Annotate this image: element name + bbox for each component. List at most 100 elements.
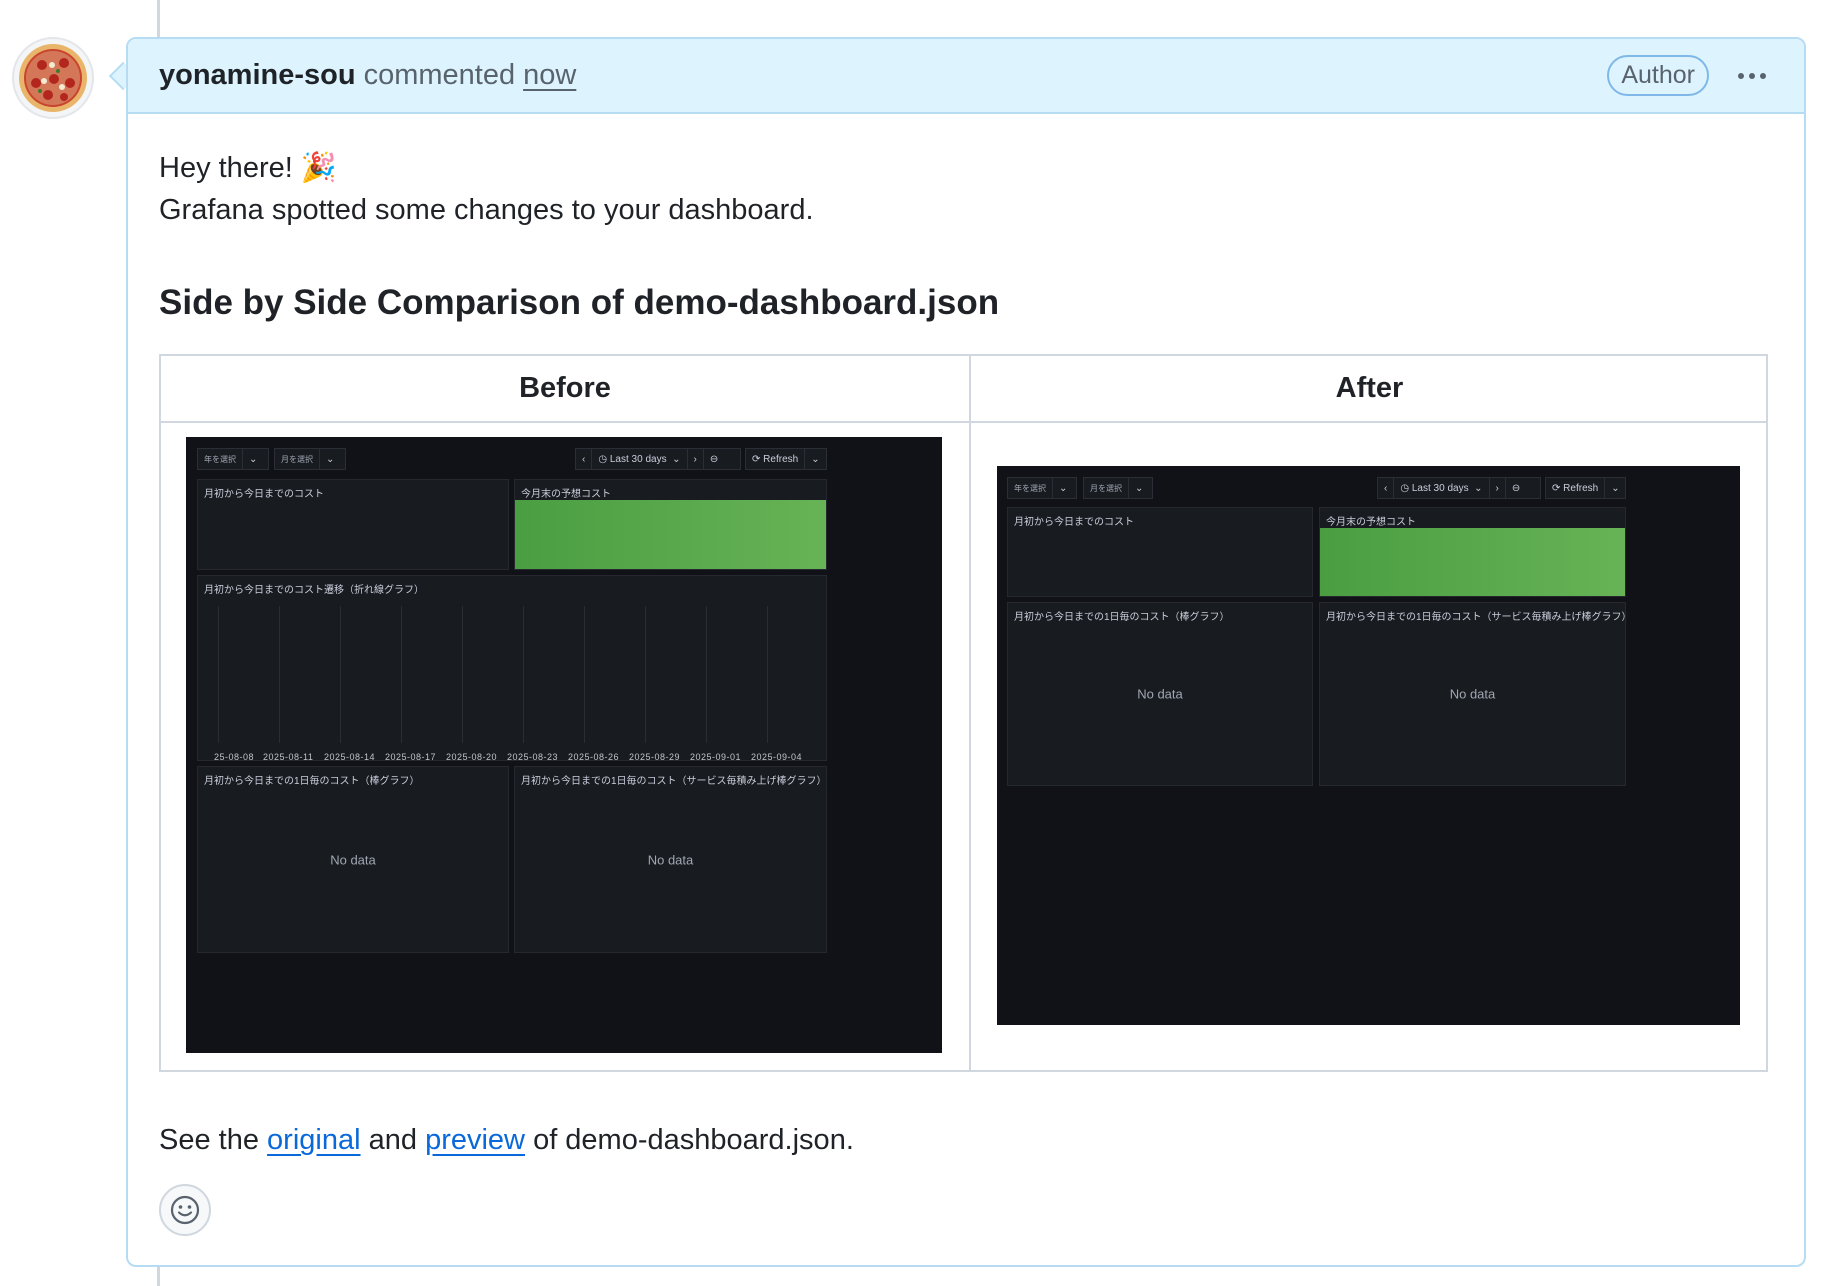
grid-line [767, 606, 768, 743]
stat-green-fill [515, 500, 826, 569]
preview-link[interactable]: preview [425, 1124, 525, 1156]
panel-trend-line: 月初から今日までのコスト遷移（折れ線グラフ） 25-08-08 2025-08-1… [197, 575, 827, 779]
refresh-label: ⟳ Refresh [746, 449, 806, 469]
time-range-text: Last 30 days [1411, 482, 1469, 494]
x-tick-label: 2025-09-04 [751, 752, 803, 762]
panel-forecast: 今月末の予想コスト [1319, 507, 1626, 597]
footer-middle: and [368, 1124, 417, 1156]
month-select-label: 月を選択 [1084, 478, 1129, 498]
panel-title: 月初から今日までのコスト [204, 489, 324, 500]
panel-daily-stacked: 月初から今日までの1日毎のコスト（サービス毎積み上げ棒グラフ） No data [1319, 602, 1632, 786]
time-range-picker: ‹ ◷ Last 30 days ⌄ › ⊖ [1377, 477, 1541, 499]
time-range-label: ◷ Last 30 days ⌄ [1394, 478, 1490, 498]
grid-line [584, 606, 585, 743]
add-reaction-button[interactable] [159, 1184, 211, 1236]
chevron-right-icon: › [1490, 478, 1506, 498]
no-data-text: No data [1449, 686, 1496, 702]
panel-title: 月初から今日までのコスト [1014, 517, 1134, 528]
x-tick-label: 2025-08-14 [324, 752, 376, 762]
author-link[interactable]: yonamine-sou [159, 59, 356, 92]
x-tick-label: 2025-09-01 [690, 752, 742, 762]
panel-title: 今月末の予想コスト [1326, 517, 1416, 528]
month-variable-select: 月を選択 ⌄ [1083, 477, 1153, 499]
chevron-down-icon: ⌄ [249, 453, 258, 465]
chevron-down-icon: ⌄ [1059, 482, 1068, 494]
panel-title: 月初から今日までの1日毎のコスト（サービス毎積み上げ棒グラフ） [521, 776, 827, 787]
comparison-heading: Side by Side Comparison of demo-dashboar… [159, 283, 1000, 322]
after-header: After [971, 356, 1768, 423]
year-variable-select: 年を選択 ⌄ [1007, 477, 1077, 499]
after-dashboard-screenshot[interactable]: 年を選択 ⌄ 月を選択 ⌄ ‹ ◷ Last 30 days ⌄ › ⊖ ⟳ R… [997, 466, 1740, 1025]
message-text: Grafana spotted some changes to your das… [159, 194, 814, 226]
panel-title: 月初から今日までの1日毎のコスト（サービス毎積み上げ棒グラフ） [1326, 612, 1632, 623]
before-header: Before [161, 356, 969, 423]
panel-title: 月初から今日までの1日毎のコスト（棒グラフ） [204, 776, 420, 787]
no-data-text: No data [647, 852, 694, 867]
greeting-text: Hey there! 🎉 [159, 152, 337, 184]
chevron-down-icon: ⌄ [1611, 482, 1620, 494]
comparison-table: Before 年を選択 ⌄ 月を選択 ⌄ ‹ ◷ Last 30 days ⌄ … [159, 354, 1768, 1072]
grid-line [462, 606, 463, 743]
x-tick-label: 2025-08-23 [507, 752, 559, 762]
before-dashboard-screenshot[interactable]: 年を選択 ⌄ 月を選択 ⌄ ‹ ◷ Last 30 days ⌄ › ⊖ ⟳ R… [186, 437, 942, 1053]
comment-header: yonamine-sou commented now Author [128, 39, 1804, 114]
panel-mtd-cost: 月初から今日までのコスト [1007, 507, 1313, 597]
year-select-label: 年を選択 [198, 449, 243, 469]
footer-prefix: See the [159, 1124, 259, 1156]
year-select-label: 年を選択 [1008, 478, 1053, 498]
time-range-picker: ‹ ◷ Last 30 days ⌄ › ⊖ [575, 448, 741, 470]
stat-green-fill [1320, 528, 1625, 596]
no-data-text: No data [1137, 686, 1183, 702]
grid-line [401, 606, 402, 743]
original-link[interactable]: original [267, 1124, 361, 1156]
panel-forecast: 今月末の予想コスト [514, 479, 827, 570]
year-variable-select: 年を選択 ⌄ [197, 448, 269, 470]
time-range-label: ◷ Last 30 days ⌄ [592, 449, 688, 469]
comment-action: commented [363, 59, 516, 91]
month-select-label: 月を選択 [275, 449, 320, 469]
more-options-icon[interactable] [1731, 61, 1773, 91]
month-variable-select: 月を選択 ⌄ [274, 448, 346, 470]
panel-daily-stacked: 月初から今日までの1日毎のコスト（サービス毎積み上げ棒グラフ） No data [514, 766, 827, 953]
panel-title: 月初から今日までの1日毎のコスト（棒グラフ） [1014, 612, 1230, 623]
panel-title: 今月末の予想コスト [521, 489, 611, 500]
chevron-down-icon: ⌄ [811, 453, 820, 465]
chevron-left-icon: ‹ [576, 449, 593, 469]
refresh-text: Refresh [1563, 482, 1599, 494]
comment-box: yonamine-sou commented now Author Hey th… [126, 37, 1806, 1267]
time-range-text: Last 30 days [609, 453, 667, 465]
x-tick-label: 2025-08-20 [446, 752, 498, 762]
chevron-down-icon: ⌄ [1135, 482, 1144, 494]
footer-suffix: of demo-dashboard.json. [533, 1124, 854, 1156]
zoom-out-icon: ⊖ [709, 453, 719, 465]
no-data-text: No data [330, 852, 376, 867]
grid-line [279, 606, 280, 743]
chevron-down-icon: ⌄ [326, 453, 335, 465]
chevron-left-icon: ‹ [1378, 478, 1395, 498]
x-tick-label: 2025-08-26 [568, 752, 620, 762]
panel-daily-bar: 月初から今日までの1日毎のコスト（棒グラフ） No data [197, 766, 509, 953]
x-tick-label: 2025-08-17 [385, 752, 437, 762]
x-tick-label: 25-08-08 [214, 752, 255, 762]
chevron-right-icon: › [688, 449, 704, 469]
panel-mtd-cost: 月初から今日までのコスト [197, 479, 509, 570]
grid-line [218, 606, 219, 743]
before-column: Before 年を選択 ⌄ 月を選択 ⌄ ‹ ◷ Last 30 days ⌄ … [161, 356, 971, 1070]
zoom-out-icon: ⊖ [1511, 482, 1521, 494]
after-column: After 年を選択 ⌄ 月を選択 ⌄ ‹ ◷ Last 30 days ⌄ ›… [971, 356, 1768, 1070]
grid-line [645, 606, 646, 743]
refresh-text: Refresh [763, 453, 799, 465]
pizza-avatar-icon [19, 44, 87, 112]
grid-line [706, 606, 707, 743]
grid-line [340, 606, 341, 743]
panel-daily-bar: 月初から今日までの1日毎のコスト（棒グラフ） No data [1007, 602, 1313, 786]
avatar[interactable] [12, 37, 94, 119]
timestamp-link[interactable]: now [523, 59, 576, 92]
x-tick-label: 2025-08-11 [263, 752, 314, 762]
refresh-label: ⟳ Refresh [1546, 478, 1606, 498]
panel-title: 月初から今日までのコスト遷移（折れ線グラフ） [204, 585, 424, 596]
x-tick-label: 2025-08-29 [629, 752, 681, 762]
refresh-button: ⟳ Refresh ⌄ [745, 448, 827, 470]
smiley-icon [170, 1195, 200, 1225]
comment-body: Hey there! 🎉 Grafana spotted some change… [128, 114, 1804, 325]
